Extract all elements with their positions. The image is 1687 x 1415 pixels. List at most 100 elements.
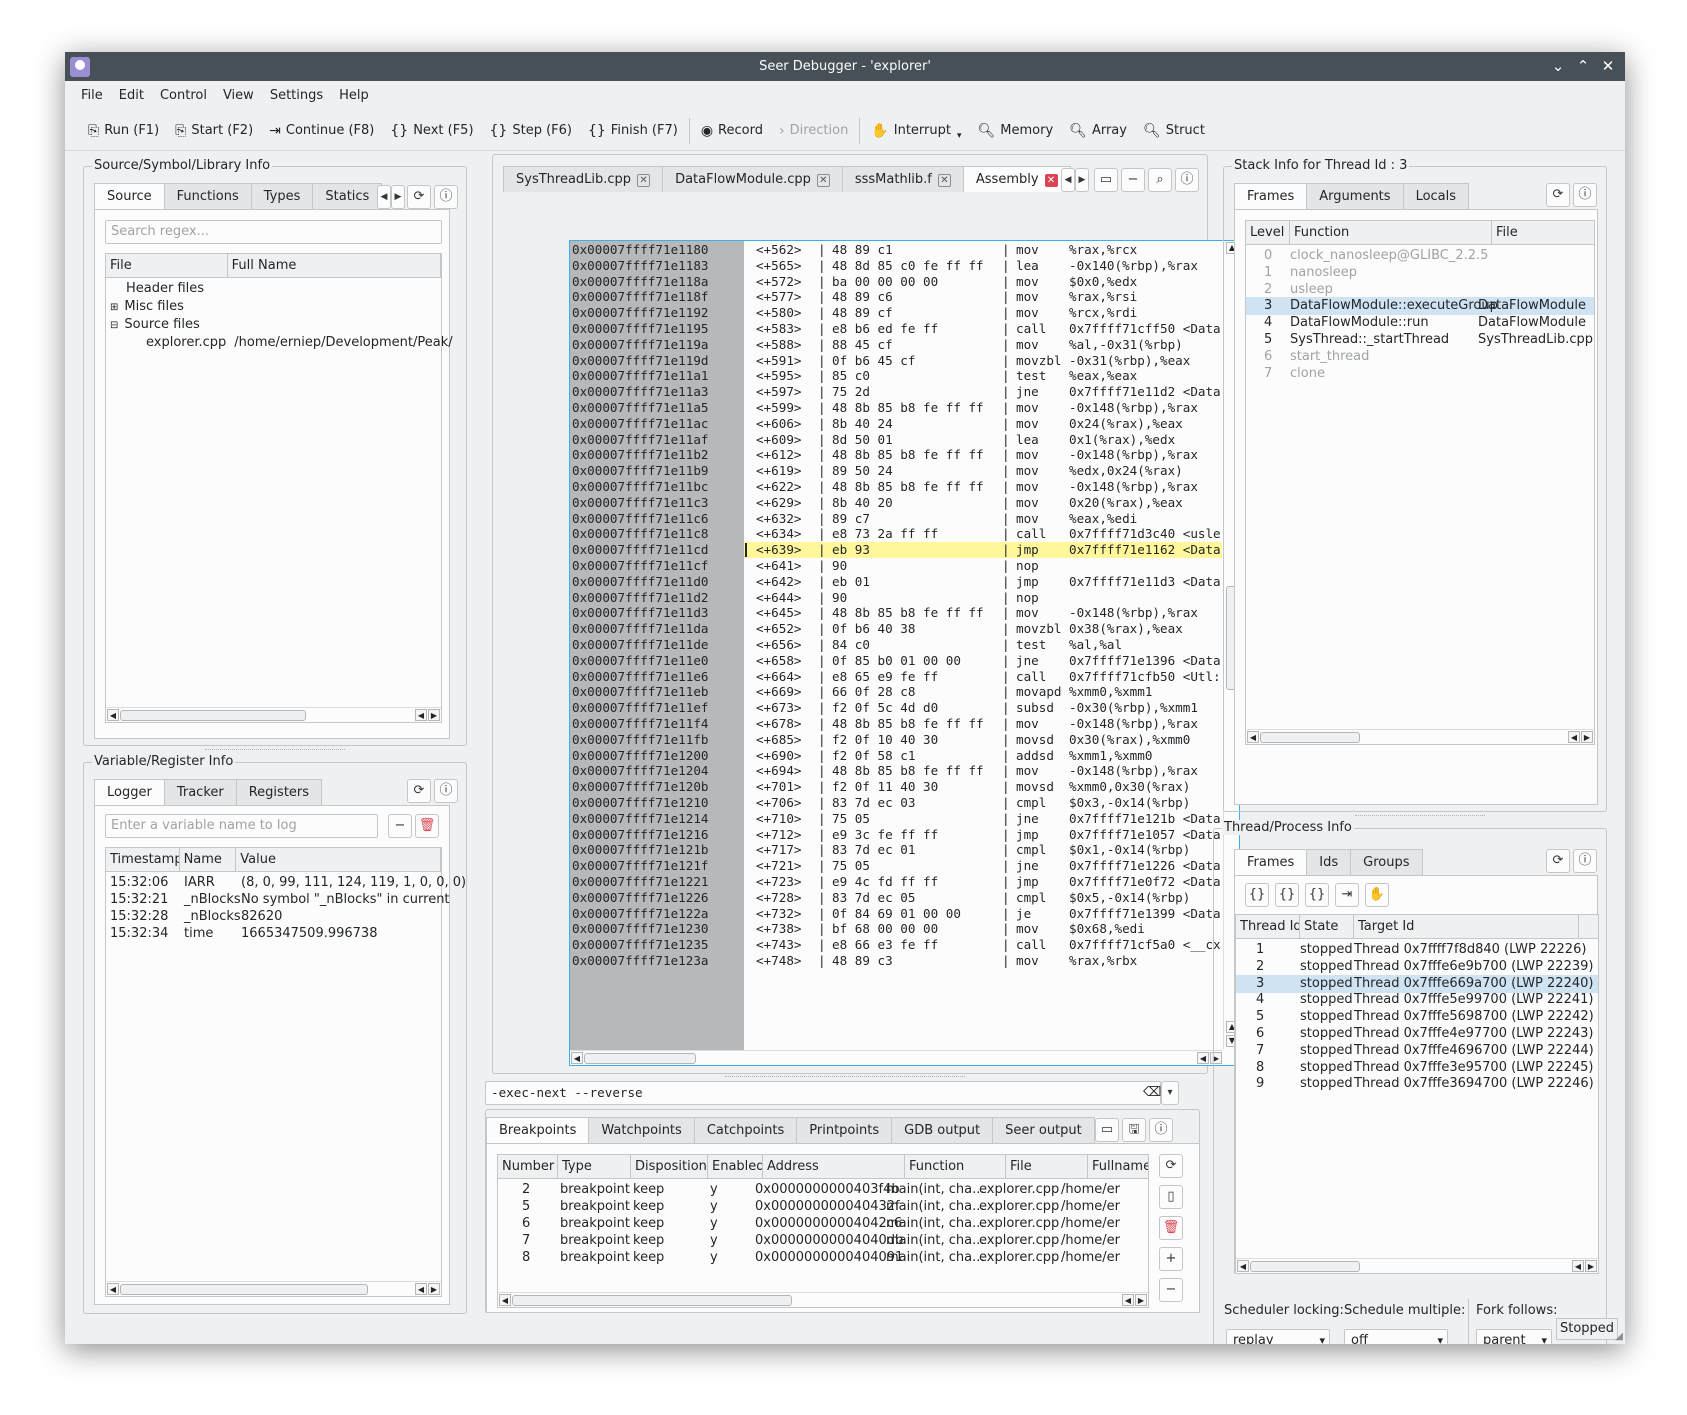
logger-row[interactable]: 15:32:06 IARR (8, 0, 99, 111, 124, 119, 1,… <box>106 874 466 892</box>
assembly-line[interactable]: 0x00007ffff71e1200 <+690> | f2 0f 58 c1 | add… <box>570 748 1222 764</box>
stack-frame-row[interactable]: 6 start_thread <box>1246 348 1594 366</box>
info-icon[interactable]: ⓘ <box>1573 849 1597 873</box>
breakpoint-row[interactable]: 5 breakpoint keep y 0x000000000040432f main(i… <box>498 1198 1148 1216</box>
thread-row[interactable]: 8 stopped Thread 0x7fffe3e95700 (LWP 22245… <box>1236 1059 1598 1077</box>
tab-groups[interactable]: Groups <box>1350 849 1423 875</box>
assembly-line[interactable]: 0x00007ffff71e1216 <+712> | e9 3c fe ff ff |… <box>570 827 1222 843</box>
tab-frames[interactable]: Frames <box>1234 849 1308 875</box>
scroll-left-icon[interactable]: ◀ <box>1197 1052 1209 1064</box>
close-tab-icon[interactable]: ✕ <box>637 174 651 187</box>
interrupt-thread-icon[interactable]: ✋ <box>1365 883 1389 907</box>
column-file[interactable]: File <box>1492 221 1594 244</box>
assembly-line[interactable]: 0x00007ffff71e1226 <+728> | 83 7d ec 05 | cmp… <box>570 890 1222 906</box>
assembly-line[interactable]: 0x00007ffff71e11d2 <+644> | 90 | nop <box>570 590 1222 606</box>
assembly-line[interactable]: 0x00007ffff71e11eb <+669> | 66 0f 28 c8 | mov… <box>570 684 1222 700</box>
breakpoint-row[interactable]: 8 breakpoint keep y 0x0000000000404091 main(i… <box>498 1249 1148 1267</box>
thread-row[interactable]: 7 stopped Thread 0x7fffe4696700 (LWP 22244… <box>1236 1042 1598 1060</box>
column-name[interactable]: Name <box>180 848 237 871</box>
assembly-line[interactable]: 0x00007ffff71e11cf <+641> | 90 | nop <box>570 558 1222 574</box>
remove-icon[interactable]: − <box>1159 1278 1183 1302</box>
assembly-line[interactable]: 0x00007ffff71e122a <+732> | 0f 84 69 01 00 … <box>570 906 1222 922</box>
finish-thread-icon[interactable]: {} <box>1305 883 1329 907</box>
assembly-line[interactable]: 0x00007ffff71e1192 <+580> | 48 89 cf | mov %rc… <box>570 305 1222 321</box>
folder-open-icon[interactable]: ▭ <box>1095 1118 1119 1142</box>
assembly-line[interactable]: 0x00007ffff71e11ef <+673> | f2 0f 5c 4d d0 |… <box>570 700 1222 716</box>
breakpoint-row[interactable]: 2 breakpoint keep y 0x0000000000403f4b main(i… <box>498 1181 1148 1199</box>
assembly-line[interactable]: 0x00007ffff71e11bc <+622> | 48 8b 85 b8 fe … <box>570 479 1222 495</box>
refresh-icon[interactable]: ⟳ <box>1546 849 1570 873</box>
assembly-line[interactable]: 0x00007ffff71e1210 <+706> | 83 7d ec 03 | cmp… <box>570 795 1222 811</box>
stack-frame-row[interactable]: 5 SysThread::_startThread SysThreadLib.cpp <box>1246 331 1594 349</box>
assembly-line[interactable]: 0x00007ffff71e1180 <+562> | 48 89 c1 | mov %ra… <box>570 242 1222 258</box>
assembly-line[interactable]: 0x00007ffff71e11d3 <+645> | 48 8b 85 b8 fe … <box>570 605 1222 621</box>
column-timestamp[interactable]: Timestamp <box>106 848 180 871</box>
tab-locals[interactable]: Locals <box>1402 183 1470 209</box>
assembly-line[interactable]: 0x00007ffff71e11d0 <+642> | eb 01 | jmp 0x7fff… <box>570 574 1222 590</box>
assembly-line[interactable]: 0x00007ffff71e118a <+572> | ba 00 00 00 00 |… <box>570 274 1222 290</box>
trash-icon[interactable]: 🗑︎ <box>1159 1216 1183 1240</box>
tree-item-source-files[interactable]: ⊟ Source files <box>106 316 441 334</box>
stack-frame-row[interactable]: 4 DataFlowModule::run DataFlowModule <box>1246 314 1594 332</box>
run-button[interactable]: ⎘ Run (F1) <box>80 116 167 146</box>
scheduler-locking-select[interactable]: replay <box>1226 1329 1330 1344</box>
tab-seer-output[interactable]: Seer output <box>992 1117 1095 1143</box>
tab-ids[interactable]: Ids <box>1306 849 1352 875</box>
collapse-minus-icon[interactable]: ⊟ <box>110 320 118 331</box>
interrupt-button[interactable]: ✋ Interrupt ▾ <box>863 116 969 146</box>
scroll-thumb[interactable] <box>120 1284 368 1295</box>
assembly-line[interactable]: 0x00007ffff71e119d <+591> | 0f b6 45 cf | mov… <box>570 353 1222 369</box>
gdb-command-input[interactable]: -exec-next --reverse <box>485 1081 1161 1105</box>
trash-icon[interactable]: 🗑︎ <box>415 814 439 838</box>
assembly-line[interactable]: 0x00007ffff71e1204 <+694> | 48 8b 85 b8 fe … <box>570 763 1222 779</box>
next-button[interactable]: {} Next (F5) <box>382 116 481 146</box>
menu-settings[interactable]: Settings <box>262 81 331 111</box>
menu-view[interactable]: View <box>215 81 262 111</box>
assembly-line[interactable]: 0x00007ffff71e123a <+748> | 48 89 c3 | mov %ra… <box>570 953 1222 969</box>
assembly-line[interactable]: 0x00007ffff71e119a <+588> | 88 45 cf | mov %al… <box>570 337 1222 353</box>
scroll-thumb[interactable] <box>512 1295 792 1306</box>
thread-row[interactable]: 5 stopped Thread 0x7fffe5698700 (LWP 22242… <box>1236 1008 1598 1026</box>
column-disposition[interactable]: Disposition <box>631 1155 708 1178</box>
assembly-line[interactable]: 0x00007ffff71e11af <+609> | 8d 50 01 | lea 0x1… <box>570 432 1222 448</box>
schedule-multiple-select[interactable]: off <box>1344 1329 1448 1344</box>
column-thread-id[interactable]: Thread Id <box>1236 915 1300 938</box>
splitter-handle[interactable] <box>1355 815 1485 817</box>
close-tab-icon[interactable]: ✕ <box>937 174 951 187</box>
tab-gdb-output[interactable]: GDB output <box>891 1117 994 1143</box>
assembly-line[interactable]: 0x00007ffff71e11a1 <+595> | 85 c0 | test %eax,… <box>570 368 1222 384</box>
scroll-left-icon[interactable]: ◀ <box>415 709 427 721</box>
tab-systhreadlib-cpp[interactable]: SysThreadLib.cpp ✕ <box>503 166 664 192</box>
struct-button[interactable]: 🔍︎ Struct <box>1135 116 1213 146</box>
column-full-name[interactable]: Full Name <box>228 254 441 277</box>
stack-frame-row[interactable]: 3 DataFlowModule::executeGroup DataFlowMod… <box>1246 297 1594 316</box>
column-target-id[interactable]: Target Id <box>1354 915 1579 938</box>
logger-row[interactable]: 15:32:34 time 1665347509.996738 <box>106 925 441 943</box>
search-regex-input[interactable]: Search regex... <box>105 220 442 244</box>
scroll-left-icon[interactable]: ◀ <box>571 1052 583 1064</box>
step-thread-icon[interactable]: {} <box>1275 883 1299 907</box>
assembly-line[interactable]: 0x00007ffff71e11c6 <+632> | 89 c7 | mov %eax,%… <box>570 511 1222 527</box>
tree-item-explorer-cpp[interactable]: explorer.cpp/home/erniep/Development/Pea… <box>106 334 453 352</box>
assembly-line[interactable]: 0x00007ffff71e11ac <+606> | 8b 40 24 | mov 0x2… <box>570 416 1222 432</box>
close-tab-icon[interactable]: ✕ <box>1044 174 1058 187</box>
stack-frame-row[interactable]: 1 nanosleep <box>1246 264 1594 282</box>
assembly-line[interactable]: 0x00007ffff71e11de <+656> | 84 c0 | test %al,%… <box>570 637 1222 653</box>
scroll-right-icon[interactable]: ▶ <box>1585 1260 1597 1272</box>
refresh-icon[interactable]: ⟳ <box>407 185 431 209</box>
fork-follows-select[interactable]: parent <box>1476 1329 1552 1344</box>
assembly-line[interactable]: 0x00007ffff71e11c8 <+634> | e8 73 2a ff ff |… <box>570 526 1222 542</box>
assembly-line[interactable]: 0x00007ffff71e1221 <+723> | e9 4c fd ff ff |… <box>570 874 1222 890</box>
assembly-line[interactable]: 0x00007ffff71e11a5 <+599> | 48 8b 85 b8 fe … <box>570 400 1222 416</box>
assembly-line[interactable]: 0x00007ffff71e11fb <+685> | f2 0f 10 40 30 |… <box>570 732 1222 748</box>
menu-file[interactable]: File <box>73 81 111 111</box>
assembly-line[interactable]: 0x00007ffff71e11b2 <+612> | 48 8b 85 b8 fe … <box>570 447 1222 463</box>
tab-assembly[interactable]: Assembly ✕ <box>962 166 1071 192</box>
tab-functions[interactable]: Functions <box>163 183 252 209</box>
tab-frames[interactable]: Frames <box>1234 183 1308 209</box>
logger-row[interactable]: 15:32:21 _nBlocks No symbol "_nBlocks" in … <box>106 891 450 909</box>
refresh-icon[interactable]: ⟳ <box>1546 183 1570 207</box>
tab-scroll-left-icon[interactable]: ◀ <box>377 185 391 209</box>
assembly-line[interactable]: 0x00007ffff71e1230 <+738> | bf 68 00 00 00 |… <box>570 921 1222 937</box>
horizontal-scrollbar[interactable]: ◀ ◀ ▶ <box>498 1292 1148 1307</box>
breakpoint-row[interactable]: 7 breakpoint keep y 0x00000000004040db main(i… <box>498 1232 1148 1250</box>
